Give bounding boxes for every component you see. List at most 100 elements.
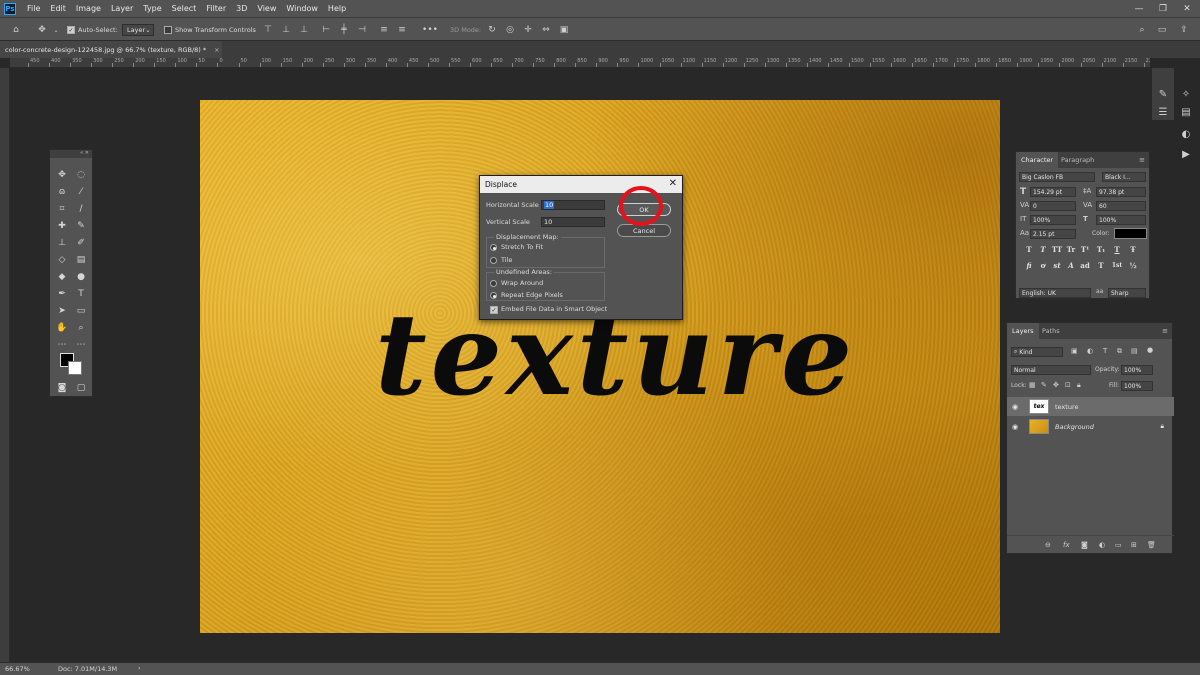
menu-edit[interactable]: Edit: [45, 4, 71, 13]
opacity-input[interactable]: 100%: [1121, 365, 1153, 375]
subscript-button[interactable]: T₁: [1096, 244, 1106, 254]
cancel-button[interactable]: Cancel: [617, 224, 671, 237]
tab-layers[interactable]: Layers: [1007, 323, 1039, 339]
brush-tool-icon[interactable]: ✎: [73, 219, 89, 233]
background-color-swatch[interactable]: [68, 361, 82, 375]
language-dropdown[interactable]: English: UK: [1019, 288, 1091, 298]
brush-settings-icon[interactable]: ✎: [1155, 86, 1171, 102]
filter-toggle-icon[interactable]: ●: [1147, 346, 1153, 354]
align-bottom-icon[interactable]: ⊥: [298, 24, 310, 36]
blend-mode-dropdown[interactable]: Normal: [1011, 365, 1091, 375]
align-right-icon[interactable]: ⊣: [356, 24, 368, 36]
workspace-icon[interactable]: ▭: [1156, 24, 1168, 36]
adjustments-icon[interactable]: ◐: [1178, 126, 1194, 142]
swash-button[interactable]: A: [1066, 260, 1076, 270]
screen-mode-icon[interactable]: ▢: [73, 381, 89, 395]
menu-view[interactable]: View: [252, 4, 281, 13]
rectangle-tool-icon[interactable]: ▭: [73, 304, 89, 318]
align-top-icon[interactable]: ⊤: [262, 24, 274, 36]
panel-menu-icon[interactable]: ≡: [1162, 327, 1168, 335]
drag-3d-icon[interactable]: ✛: [522, 24, 534, 36]
fill-input[interactable]: 100%: [1121, 381, 1153, 391]
eyedropper-tool-icon[interactable]: ∕: [73, 202, 89, 216]
close-tab-icon[interactable]: ×: [214, 46, 219, 54]
path-selection-tool-icon[interactable]: ➤: [54, 304, 70, 318]
eye-icon[interactable]: ◉: [1012, 403, 1022, 411]
tab-character[interactable]: Character: [1016, 152, 1059, 168]
zoom-level[interactable]: 66.67%: [5, 665, 30, 673]
crop-tool-icon[interactable]: ⌗: [54, 202, 70, 216]
horizontal-scale-input[interactable]: 100%: [1096, 215, 1146, 225]
lasso-tool-icon[interactable]: ɷ: [54, 185, 70, 199]
underline-button[interactable]: T: [1112, 244, 1122, 254]
fractions-button[interactable]: ½: [1128, 260, 1138, 270]
edit-toolbar-icon[interactable]: ⋯: [54, 338, 70, 352]
align-horizontal-center-icon[interactable]: ╪: [338, 24, 350, 36]
menu-file[interactable]: File: [22, 4, 45, 13]
superscript-button[interactable]: T¹: [1080, 244, 1090, 254]
libraries-icon[interactable]: ▤: [1178, 104, 1194, 120]
clone-stamp-tool-icon[interactable]: ⊥: [54, 236, 70, 250]
lock-artboard-icon[interactable]: ⊡: [1065, 381, 1071, 389]
eraser-tool-icon[interactable]: ◇: [54, 253, 70, 267]
learn-icon[interactable]: ✧: [1178, 86, 1194, 102]
filter-type-icon[interactable]: T: [1103, 347, 1107, 355]
filter-pixel-icon[interactable]: ▣: [1071, 347, 1078, 355]
collapse-icon[interactable]: « ✕: [50, 150, 92, 158]
home-icon[interactable]: ⌂: [10, 24, 22, 36]
history-brush-tool-icon[interactable]: ✐: [73, 236, 89, 250]
distribute-center-icon[interactable]: ≡: [396, 24, 408, 36]
lock-transparent-icon[interactable]: ▦: [1029, 381, 1036, 389]
discretionary-ligatures-button[interactable]: st: [1052, 260, 1062, 270]
contextual-alternates-button[interactable]: ơ: [1038, 260, 1048, 270]
dodge-tool-icon[interactable]: ●: [73, 270, 89, 284]
close-window-button[interactable]: ✕: [1176, 0, 1198, 17]
stretch-to-fit-radio[interactable]: [490, 244, 497, 251]
ruler-left[interactable]: [0, 68, 10, 662]
font-size-input[interactable]: 154.29 pt: [1030, 187, 1076, 197]
distribute-top-icon[interactable]: ≡: [378, 24, 390, 36]
repeat-edge-pixels-radio[interactable]: [490, 292, 497, 299]
menu-select[interactable]: Select: [167, 4, 202, 13]
chevron-right-icon[interactable]: ›: [138, 664, 141, 672]
roll-3d-icon[interactable]: ◎: [504, 24, 516, 36]
document-tab[interactable]: color-concrete-design-122458.jpg @ 66.7%…: [0, 41, 222, 58]
actions-play-icon[interactable]: ▶: [1178, 146, 1194, 162]
group-icon[interactable]: ▭: [1115, 541, 1122, 549]
auto-select-dropdown[interactable]: Layer ⌄: [122, 24, 154, 36]
lock-all-icon[interactable]: 🔒︎: [1077, 381, 1081, 390]
scale-3d-icon[interactable]: ▣: [558, 24, 570, 36]
leading-input[interactable]: 97.38 pt: [1096, 187, 1146, 197]
menu-filter[interactable]: Filter: [201, 4, 231, 13]
menu-window[interactable]: Window: [281, 4, 323, 13]
small-caps-button[interactable]: Tr: [1066, 244, 1076, 254]
tracking-input[interactable]: 60: [1096, 201, 1146, 211]
vertical-scale-input[interactable]: 10: [541, 217, 605, 227]
gradient-tool-icon[interactable]: ▤: [73, 253, 89, 267]
show-transform-checkbox[interactable]: Show Transform Controls: [164, 23, 256, 37]
kerning-input[interactable]: 0: [1030, 201, 1076, 211]
hand-tool-icon[interactable]: ✋: [54, 321, 70, 335]
stylistic-alternates-button[interactable]: ad: [1080, 260, 1090, 270]
ruler-top[interactable]: 450 400 350 300 250 200 150 100 50 0 50 100 150 200 25…: [10, 58, 1150, 68]
maximize-button[interactable]: ❐: [1152, 0, 1174, 17]
vertical-scale-input[interactable]: 100%: [1030, 215, 1076, 225]
chevron-down-icon[interactable]: ⌄: [50, 24, 62, 36]
all-caps-button[interactable]: TT: [1052, 244, 1062, 254]
baseline-shift-input[interactable]: 2.15 pt: [1030, 229, 1076, 239]
quick-select-tool-icon[interactable]: ⁄: [73, 185, 89, 199]
menu-type[interactable]: Type: [138, 4, 166, 13]
filter-shape-icon[interactable]: ⧉: [1117, 347, 1122, 356]
align-left-icon[interactable]: ⊢: [320, 24, 332, 36]
blur-tool-icon[interactable]: ◆: [54, 270, 70, 284]
ordinals-button[interactable]: 1st: [1112, 260, 1122, 270]
healing-brush-tool-icon[interactable]: ✚: [54, 219, 70, 233]
link-layers-icon[interactable]: ⊖: [1045, 541, 1051, 549]
tab-paths[interactable]: Paths: [1037, 323, 1065, 339]
minimize-button[interactable]: —: [1128, 0, 1150, 17]
search-icon[interactable]: ⌕: [1136, 24, 1148, 36]
embed-file-data-checkbox[interactable]: ✓: [490, 306, 498, 314]
marquee-tool-icon[interactable]: ◌: [73, 168, 89, 182]
layer-style-icon[interactable]: fx: [1063, 541, 1070, 549]
faux-italic-button[interactable]: T: [1038, 244, 1048, 254]
